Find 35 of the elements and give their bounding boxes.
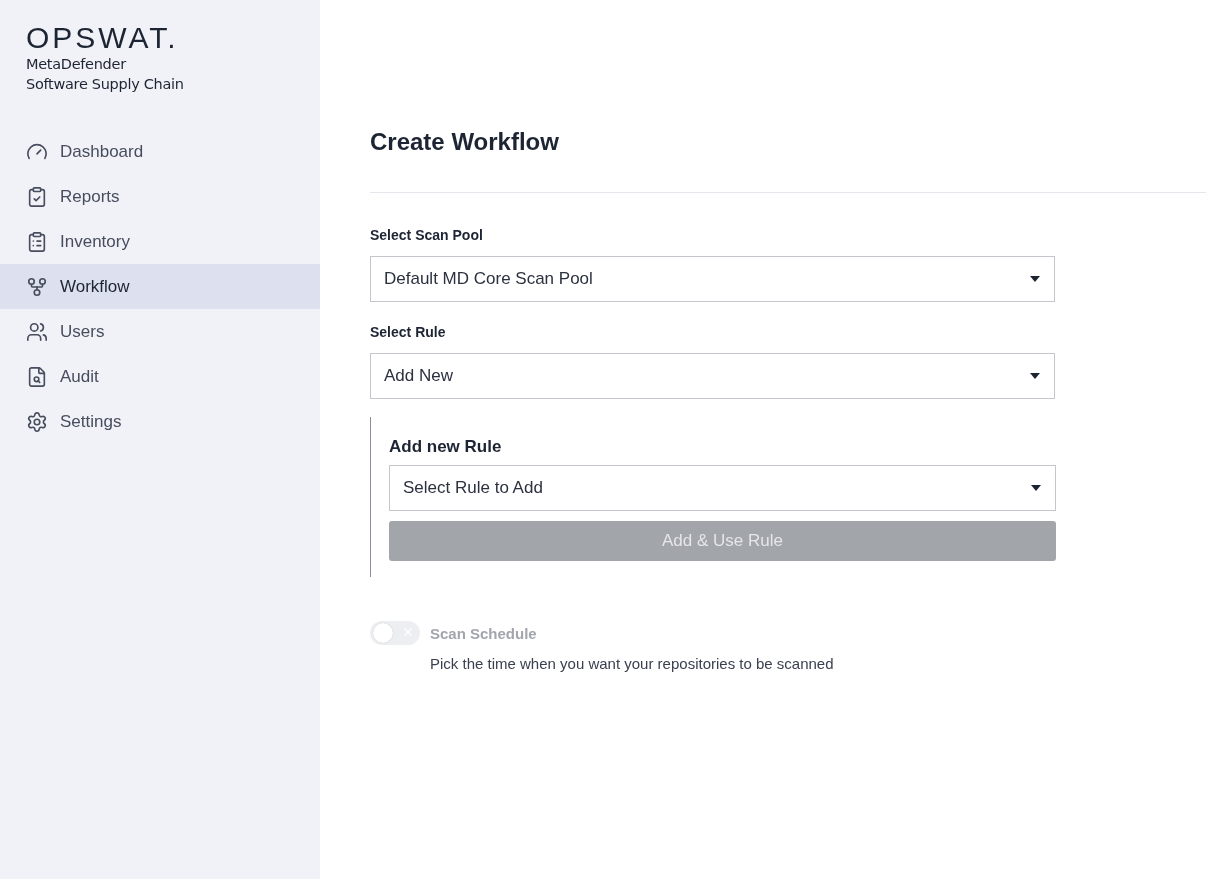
nav-item[interactable]: Users (0, 309, 320, 354)
rule-dropdown[interactable]: Add New (370, 353, 1055, 399)
scan-pool-dropdown[interactable]: Default MD Core Scan Pool (370, 256, 1055, 302)
product-name: MetaDefender (26, 55, 128, 74)
nav-label: Audit (60, 366, 99, 387)
document-search-icon (26, 365, 48, 388)
nav-label: Settings (60, 411, 122, 432)
caret-icon (1030, 276, 1040, 282)
nav-item[interactable]: Inventory (0, 219, 320, 264)
rule-select-dropdown[interactable]: Select Rule to Add (389, 465, 1056, 511)
product-name: Software Supply Chain (26, 75, 185, 94)
users-icon (26, 320, 48, 343)
caret-icon (1031, 485, 1041, 491)
nav-item[interactable]: Audit (0, 354, 320, 399)
nav-item[interactable]: Settings (0, 399, 320, 444)
clipboard-chart-icon (26, 185, 48, 208)
nav-item[interactable]: Reports (0, 174, 320, 219)
branch-icon (26, 275, 48, 298)
clipboard-icon (26, 230, 48, 253)
gear-icon (26, 410, 48, 433)
toggle-label: Scan Schedule (430, 624, 537, 642)
field-label: Select Scan Pool (370, 227, 483, 243)
field-label: Select Rule (370, 324, 446, 340)
logo: OPSWAT. (26, 22, 180, 54)
nav-item[interactable]: Workflow (0, 264, 320, 309)
description-text: Pick the time when you want your repositories to be scanned (430, 655, 834, 672)
nav-item[interactable]: Dashboard (0, 129, 320, 174)
caret-icon (1030, 373, 1040, 379)
nav-label: Workflow (60, 276, 130, 297)
nav-label: Reports (60, 186, 120, 207)
section-title: Add new Rule (389, 437, 502, 457)
nav-label: Dashboard (60, 141, 144, 162)
page-title: Create Workflow (370, 128, 559, 156)
nav-label: Inventory (60, 231, 130, 252)
nav-label: Users (60, 321, 105, 342)
